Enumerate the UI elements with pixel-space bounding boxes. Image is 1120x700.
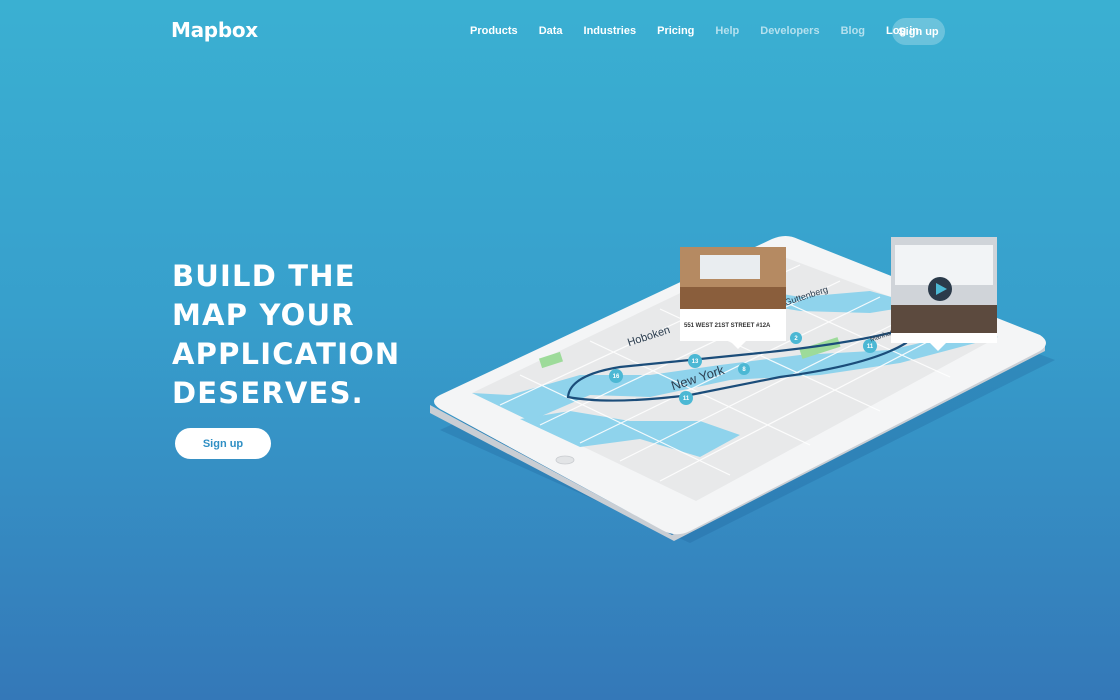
home-button xyxy=(555,455,575,465)
top-navigation: Mapbox Products Data Industries Pricing … xyxy=(0,0,1120,62)
nav-links: Products Data Industries Pricing Help De… xyxy=(470,18,940,44)
video-card[interactable] xyxy=(891,237,997,351)
headline-line: APPLICATION xyxy=(172,337,401,371)
listing-card-window xyxy=(700,255,760,279)
listing-card[interactable]: 551 WEST 21ST STREET #12A xyxy=(680,247,786,349)
listing-card-address: 551 WEST 21ST STREET #12A xyxy=(684,323,771,329)
nav-industries[interactable]: Industries xyxy=(584,25,637,37)
marker-label: 13 xyxy=(692,359,699,365)
tablet-svg: 16 13 11 2 8 11 New York Hoboken Manhatt… xyxy=(430,236,1055,543)
nav-data[interactable]: Data xyxy=(539,25,563,37)
hero-signup-button[interactable]: Sign up xyxy=(175,428,271,459)
hero-headline: BUILD THE MAP YOUR APPLICATION DESERVES. xyxy=(172,257,412,413)
nav-products[interactable]: Products xyxy=(470,25,518,37)
nav-blog[interactable]: Blog xyxy=(841,25,865,37)
marker-label: 11 xyxy=(867,344,874,350)
headline-line: DESERVES. xyxy=(172,376,364,410)
headline-line: BUILD THE xyxy=(172,259,356,293)
nav-pricing[interactable]: Pricing xyxy=(657,25,694,37)
nav-developers[interactable]: Developers xyxy=(760,25,819,37)
marker-label: 11 xyxy=(683,396,690,402)
marker-label: 16 xyxy=(613,374,620,380)
nav-help[interactable]: Help xyxy=(715,25,739,37)
nav-signup-button[interactable]: Sign up xyxy=(892,18,945,45)
video-card-footer xyxy=(891,333,997,343)
listing-card-floor xyxy=(680,287,786,309)
mapbox-logo[interactable]: Mapbox xyxy=(171,18,258,42)
headline-line: MAP YOUR xyxy=(172,298,355,332)
tablet-illustration: 16 13 11 2 8 11 New York Hoboken Manhatt… xyxy=(400,225,1080,555)
